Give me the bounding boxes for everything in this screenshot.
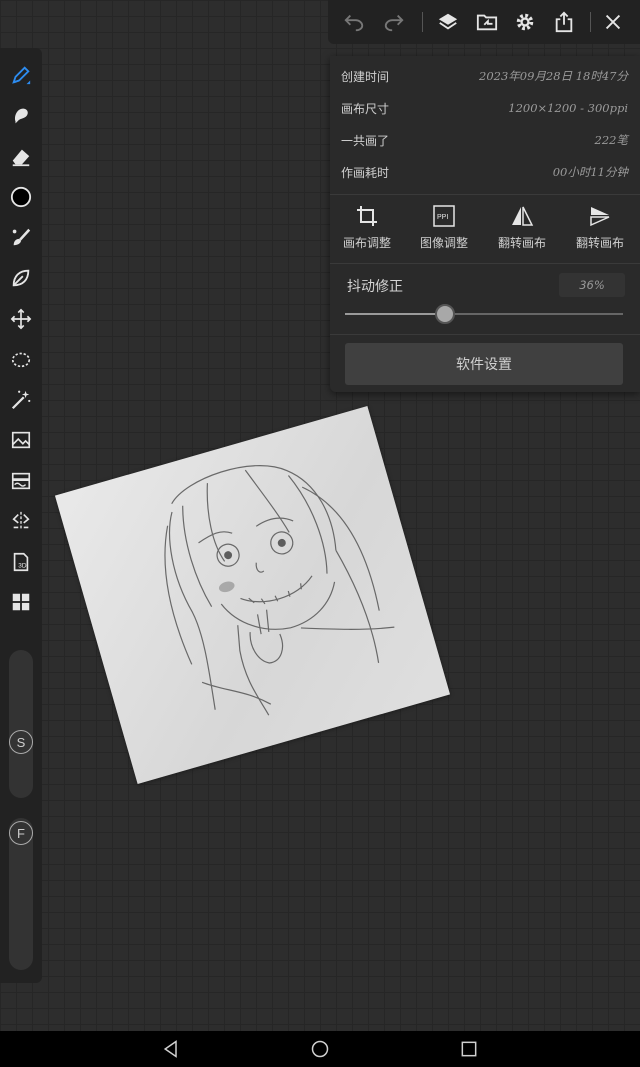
eraser-tool[interactable] xyxy=(6,142,36,172)
opacity-slider-badge: F xyxy=(9,821,33,845)
lasso-select-tool[interactable] xyxy=(6,344,36,374)
software-settings-button[interactable]: 软件设置 xyxy=(345,343,623,385)
brush-tool[interactable] xyxy=(6,60,36,90)
toolbar-separator xyxy=(590,12,591,32)
info-value: 2023年09月28日 18时47分 xyxy=(479,69,628,83)
info-value: 1200×1200 - 300ppi xyxy=(508,101,628,115)
magic-wand-tool[interactable] xyxy=(6,385,36,415)
canvas-artwork[interactable] xyxy=(54,406,451,784)
more-tools[interactable] xyxy=(6,587,36,617)
stabilizer-label: 抖动修正 xyxy=(347,279,403,295)
divider xyxy=(330,334,640,335)
action-label: 画布调整 xyxy=(342,236,391,250)
info-row-canvas-size: 画布尺寸 1200×1200 - 300ppi xyxy=(341,98,628,118)
top-toolbar xyxy=(328,0,640,44)
action-label: 翻转画布 xyxy=(497,236,546,250)
crop-icon xyxy=(357,206,377,226)
nav-recents-button[interactable] xyxy=(457,1038,481,1060)
brush-library[interactable] xyxy=(6,222,36,252)
image-adjust-button[interactable]: PPI 图像调整 xyxy=(409,204,479,254)
nav-home-button[interactable] xyxy=(308,1038,332,1060)
divider xyxy=(330,194,640,195)
eraser-icon xyxy=(12,149,30,167)
fill-tool[interactable] xyxy=(6,263,36,293)
export-folder-icon xyxy=(476,14,498,31)
info-label: 创建时间 xyxy=(341,69,390,84)
undo-button[interactable] xyxy=(339,7,369,37)
action-label: 图像调整 xyxy=(419,236,468,250)
filter-icon xyxy=(11,472,31,490)
layers-icon xyxy=(438,13,458,30)
close-button[interactable] xyxy=(598,7,628,37)
transform-tool[interactable] xyxy=(6,304,36,334)
export-folder-button[interactable] xyxy=(472,7,502,37)
smudge-tool[interactable] xyxy=(6,101,36,131)
gear-icon xyxy=(516,13,534,31)
share-icon xyxy=(555,11,573,33)
recents-icon xyxy=(461,1041,477,1057)
info-label: 一共画了 xyxy=(341,133,390,148)
nav-back-button[interactable] xyxy=(159,1038,183,1060)
info-row-strokes: 一共画了 222笔 xyxy=(341,130,628,150)
color-swatch-icon xyxy=(10,186,32,208)
svg-text:3D: 3D xyxy=(18,563,27,570)
toolbar-separator xyxy=(422,12,423,32)
move-arrows-icon xyxy=(10,308,32,330)
pencil-sketch xyxy=(164,465,395,716)
layers-button[interactable] xyxy=(433,7,463,37)
info-row-created: 创建时间 2023年09月28日 18时47分 xyxy=(341,66,628,86)
flip-horizontal-icon xyxy=(512,206,534,226)
info-value: 00小时11分钟 xyxy=(552,165,628,179)
import-image-tool[interactable] xyxy=(6,425,36,455)
redo-icon xyxy=(384,14,404,32)
undo-icon xyxy=(344,14,364,32)
stabilizer-thumb[interactable] xyxy=(435,304,456,324)
grid-icon xyxy=(12,593,30,611)
symmetry-icon xyxy=(12,511,30,531)
leaf-icon xyxy=(12,269,30,287)
smudge-icon xyxy=(15,108,28,124)
info-label: 画布尺寸 xyxy=(341,101,390,116)
info-row-time: 作画耗时 00小时11分钟 xyxy=(341,162,628,182)
left-toolbar: 3D S F xyxy=(0,48,42,983)
magic-wand-icon xyxy=(11,390,31,410)
back-icon xyxy=(163,1040,177,1058)
pen-icon xyxy=(12,66,31,85)
canvas-adjust-button[interactable]: 画布调整 xyxy=(332,204,402,254)
lasso-icon xyxy=(11,352,31,368)
size-slider-badge: S xyxy=(9,730,33,754)
info-label: 作画耗时 xyxy=(341,165,390,180)
share-button[interactable] xyxy=(549,7,579,37)
home-icon xyxy=(311,1040,329,1058)
image-import-icon xyxy=(11,431,31,449)
stabilizer-value[interactable]: 36% xyxy=(559,273,625,297)
ppi-icon: PPI xyxy=(433,205,455,227)
flip-vertical-icon xyxy=(590,207,610,227)
color-picker[interactable] xyxy=(6,182,36,212)
system-nav-bar xyxy=(0,1031,640,1067)
canvas-info-panel: 创建时间 2023年09月28日 18时47分 画布尺寸 1200×1200 -… xyxy=(330,56,640,392)
brush-size-slider[interactable] xyxy=(9,650,33,798)
stabilizer-slider[interactable] xyxy=(345,304,623,324)
close-icon xyxy=(605,14,621,30)
flip-horizontal-button[interactable]: 翻转画布 xyxy=(487,204,557,254)
info-value: 222笔 xyxy=(594,133,628,147)
redo-button[interactable] xyxy=(379,7,409,37)
3d-icon: 3D xyxy=(13,552,29,572)
settings-button-top[interactable] xyxy=(510,7,540,37)
svg-text:PPI: PPI xyxy=(437,214,448,221)
stabilizer-fill xyxy=(345,313,446,315)
symmetry-tool[interactable] xyxy=(6,506,36,536)
brush-icon xyxy=(12,228,31,246)
divider xyxy=(330,263,640,264)
flip-vertical-button[interactable]: 翻转画布 xyxy=(565,204,635,254)
action-label: 翻转画布 xyxy=(575,236,624,250)
3d-tool[interactable]: 3D xyxy=(6,547,36,577)
filter-tool[interactable] xyxy=(6,466,36,496)
